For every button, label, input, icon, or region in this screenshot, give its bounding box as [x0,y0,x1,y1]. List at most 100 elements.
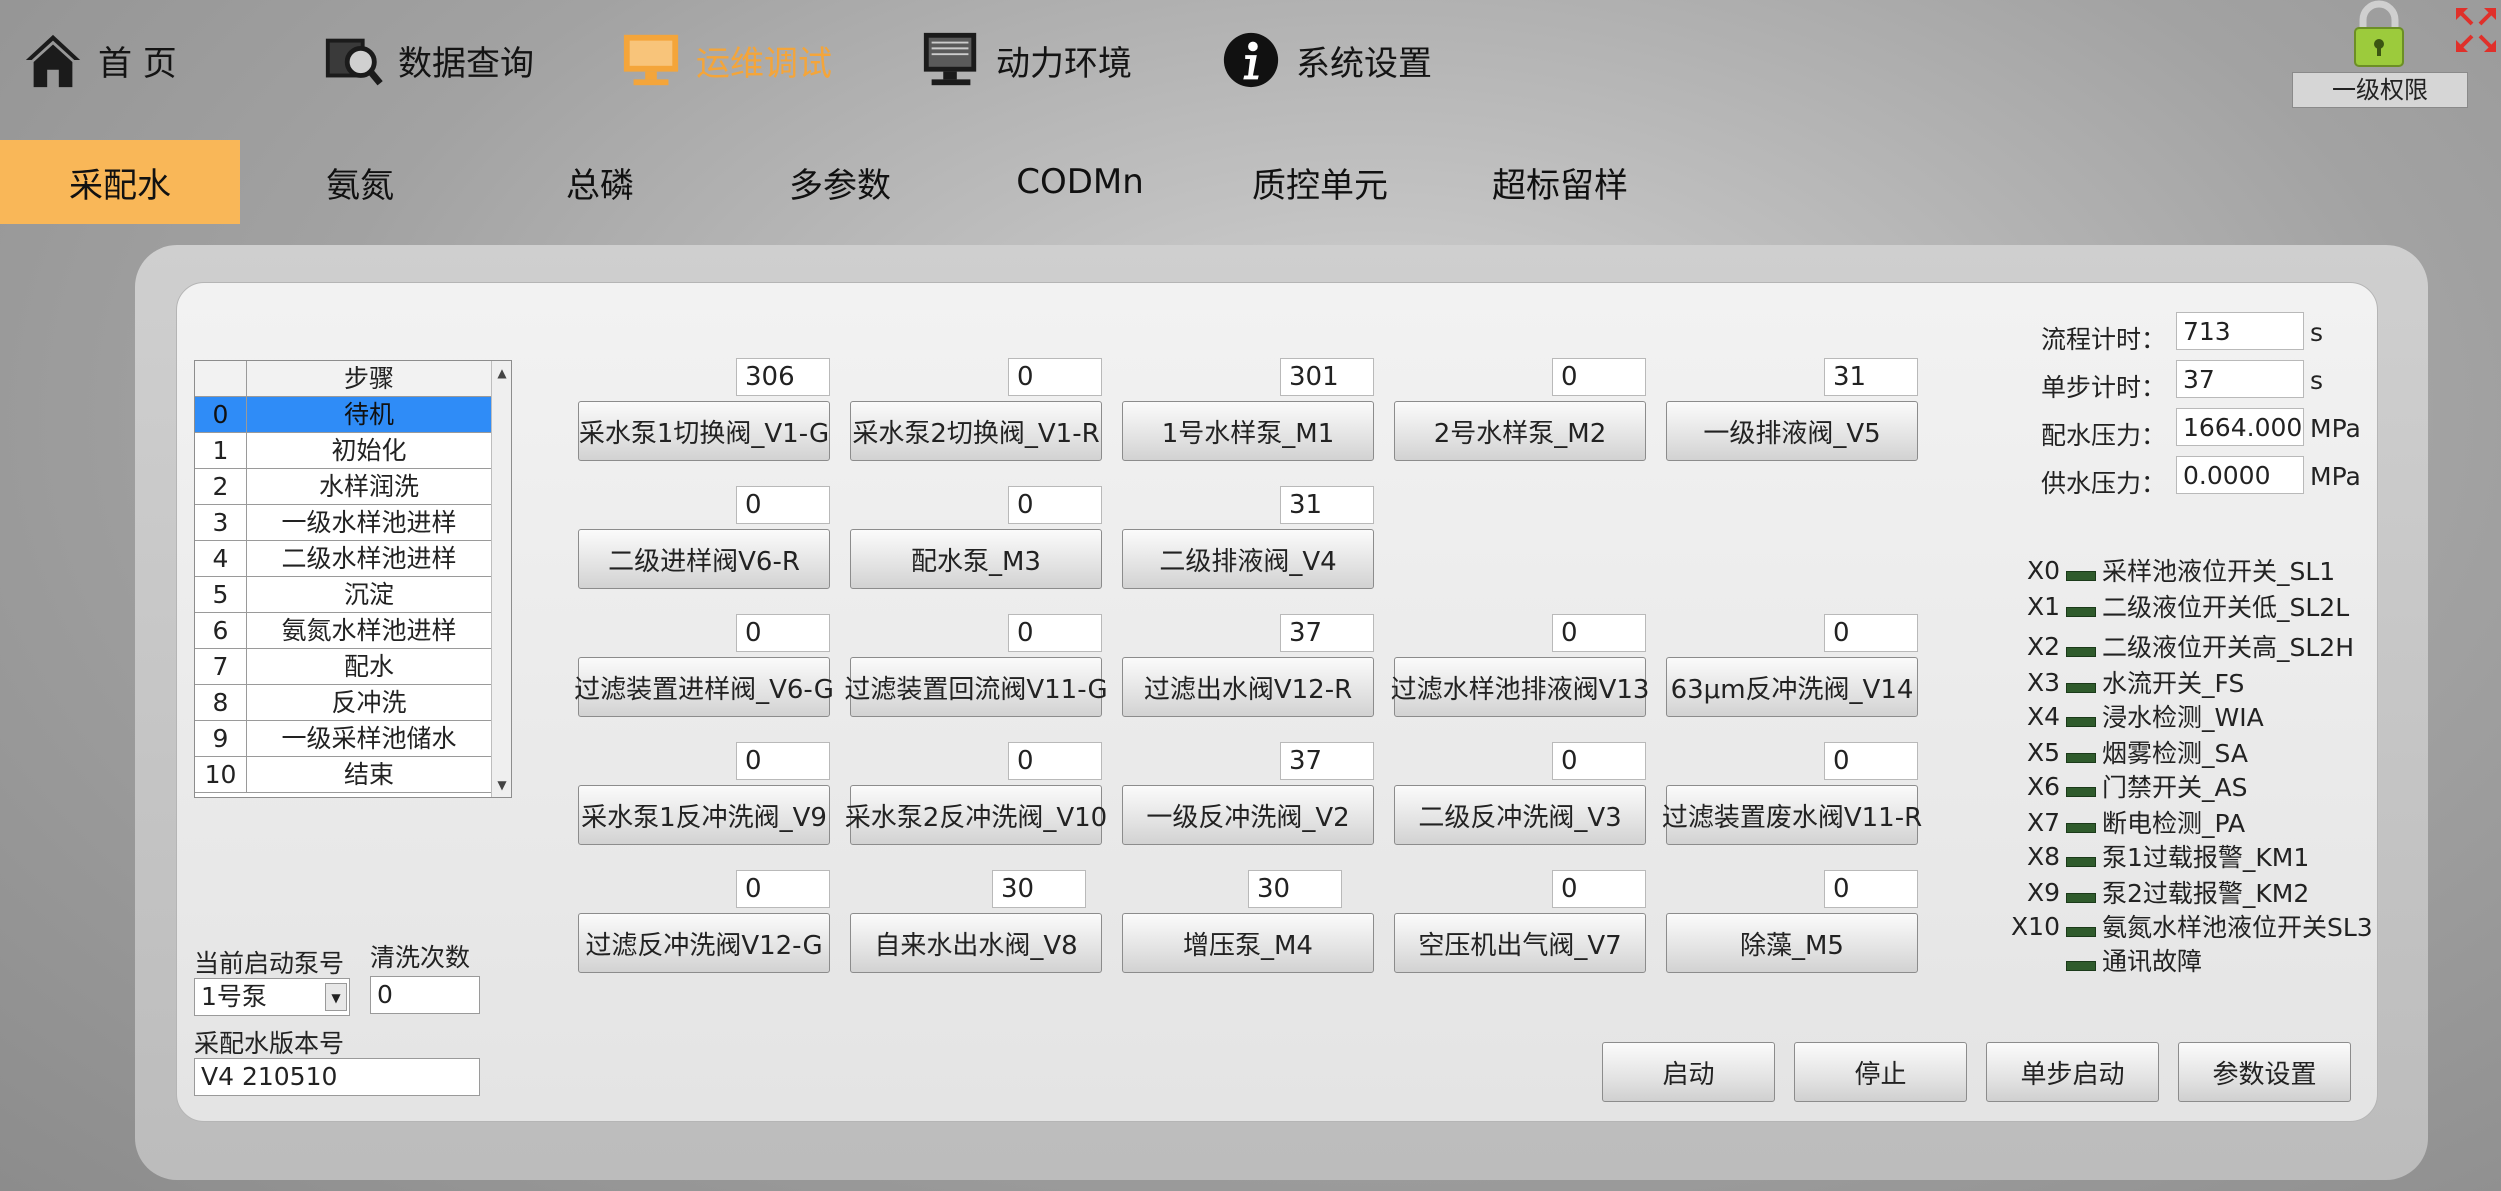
tab-overlimit-sample[interactable]: 超标留样 [1440,140,1680,224]
valve-count: 0 [1552,614,1646,652]
valve-button[interactable]: 过滤装置废水阀V11-R [1662,785,1922,845]
steps-table[interactable]: 步骤 0 待机 1 初始化 2 水样润洗 3 一级水样池进样 4 二级水样池进样 5 沉淀 … [194,360,512,798]
io-key: X2 [2026,631,2060,661]
step-name: 初始化 [247,433,491,469]
home-icon [25,34,81,88]
pump-number-label: 当前启动泵号 [194,949,345,978]
io-status: X2 二级液位开关高_SL2H [2002,630,2355,663]
valve-button[interactable]: 空压机出气阀_V7 [1394,913,1646,973]
valve-button[interactable]: 过滤水样池排液阀V13 [1391,657,1649,717]
supply-pressure-value: 0.0000 [2176,456,2304,494]
valve-count: 37 [1280,614,1374,652]
valve-button[interactable]: 过滤装置进样阀_V6-G [574,657,834,717]
lock-icon[interactable] [2347,0,2411,68]
valve-button[interactable]: 1号水样泵_M1 [1122,401,1374,461]
valve-button[interactable]: 采水泵1切换阀_V1-G [578,401,830,461]
scroll-down-icon[interactable]: ▼ [492,775,511,795]
steps-row[interactable]: 2 水样润洗 [195,469,491,505]
valve-button[interactable]: 2号水样泵_M2 [1394,401,1646,461]
nav-home[interactable]: 首 页 [22,20,177,100]
step-timer-unit: s [2310,366,2324,395]
steps-row[interactable]: 7 配水 [195,649,491,685]
fullscreen-icon[interactable] [2452,4,2500,56]
flow-timer-unit: s [2310,318,2324,347]
io-label: 通讯故障 [2102,947,2203,976]
io-status: X7 断电检测_PA [2002,806,2245,839]
stop-button[interactable]: 停止 [1794,1042,1967,1102]
tab-qc-unit[interactable]: 质控单元 [1200,140,1440,224]
io-key: X5 [2026,737,2060,767]
valve-count: 31 [1824,358,1918,396]
wash-count-label: 清洗次数 [370,943,471,972]
valve-count: 37 [1280,742,1374,780]
param-settings-button[interactable]: 参数设置 [2178,1042,2351,1102]
valve-button[interactable]: 过滤出水阀V12-R [1122,657,1374,717]
valve-button[interactable]: 采水泵2反冲洗阀_V10 [845,785,1107,845]
tab-codmn[interactable]: CODMn [960,140,1200,224]
steps-row[interactable]: 4 二级水样池进样 [195,541,491,577]
io-key: X0 [2026,555,2060,585]
io-status: X6 门禁开关_AS [2002,770,2248,803]
io-status: X4 浸水检测_WIA [2002,700,2264,733]
steps-row[interactable]: 10 结束 [195,757,491,793]
nav-power-env[interactable]: 动力环境 [920,20,1132,100]
valve-button[interactable]: 二级排液阀_V4 [1122,529,1374,589]
valve-button[interactable]: 二级反冲洗阀_V3 [1394,785,1646,845]
steps-row[interactable]: 1 初始化 [195,433,491,469]
tab-multi-param[interactable]: 多参数 [720,140,960,224]
steps-row[interactable]: 0 待机 [195,397,491,433]
steps-row[interactable]: 5 沉淀 [195,577,491,613]
io-status: X8 泵1过载报警_KM1 [2002,840,2309,873]
steps-row[interactable]: 8 反冲洗 [195,685,491,721]
valve-button[interactable]: 除藻_M5 [1666,913,1918,973]
dist-pressure-value: 1664.0000 [2176,408,2304,446]
step-no: 5 [195,577,247,613]
step-name: 沉淀 [247,577,491,613]
step-name: 配水 [247,649,491,685]
dist-pressure-label: 配水压力： [2040,421,2166,450]
valve-button[interactable]: 一级反冲洗阀_V2 [1122,785,1374,845]
io-led-icon [2066,857,2096,867]
valve-button[interactable]: 自来水出水阀_V8 [850,913,1102,973]
valve-button[interactable]: 采水泵1反冲洗阀_V9 [578,785,830,845]
steps-row[interactable]: 9 一级采样池储水 [195,721,491,757]
step-no: 8 [195,685,247,721]
step-no: 0 [195,397,247,433]
io-key: X1 [2026,591,2060,621]
io-led-icon [2066,571,2096,581]
wash-count-input[interactable]: 0 [370,976,480,1014]
step-name: 待机 [247,397,491,433]
nav-home-label: 首 页 [98,43,177,84]
valve-button[interactable]: 过滤装置回流阀V11-G [844,657,1108,717]
valve-button[interactable]: 采水泵2切换阀_V1-R [850,401,1102,461]
steps-row[interactable]: 6 氨氮水样池进样 [195,613,491,649]
dropdown-arrow-icon[interactable]: ▼ [325,983,347,1011]
nav-maintenance-label: 运维调试 [696,43,832,84]
tab-total-phosphorus[interactable]: 总磷 [480,140,720,224]
valve-count: 30 [1248,870,1342,908]
valve-button[interactable]: 配水泵_M3 [850,529,1102,589]
nav-settings[interactable]: 系统设置 [1220,20,1432,100]
nav-data-query[interactable]: 数据查询 [322,20,534,100]
nav-settings-label: 系统设置 [1296,43,1432,84]
tab-sampling[interactable]: 采配水 [0,140,240,224]
valve-button[interactable]: 一级排液阀_V5 [1666,401,1918,461]
tab-ammonia[interactable]: 氨氮 [240,140,480,224]
valve-button[interactable]: 63μm反冲洗阀_V14 [1666,657,1918,717]
steps-row[interactable]: 3 一级水样池进样 [195,505,491,541]
permission-level[interactable]: 一级权限 [2292,72,2468,108]
valve-button[interactable]: 过滤反冲洗阀V12-G [578,913,830,973]
start-button[interactable]: 启动 [1602,1042,1775,1102]
steps-scrollbar[interactable]: ▲ ▼ [491,361,511,797]
computer-icon [923,32,977,86]
io-status: X3 水流开关_FS [2002,666,2244,699]
io-label: 二级液位开关高_SL2H [2102,633,2355,662]
single-step-button[interactable]: 单步启动 [1986,1042,2159,1102]
pump-number-select[interactable]: 1号泵 ▼ [194,978,350,1016]
io-led-icon [2066,753,2096,763]
scroll-up-icon[interactable]: ▲ [492,363,511,383]
nav-maintenance[interactable]: 运维调试 [620,20,832,100]
step-name: 水样润洗 [247,469,491,505]
valve-button[interactable]: 二级进样阀V6-R [578,529,830,589]
valve-button[interactable]: 增压泵_M4 [1122,913,1374,973]
